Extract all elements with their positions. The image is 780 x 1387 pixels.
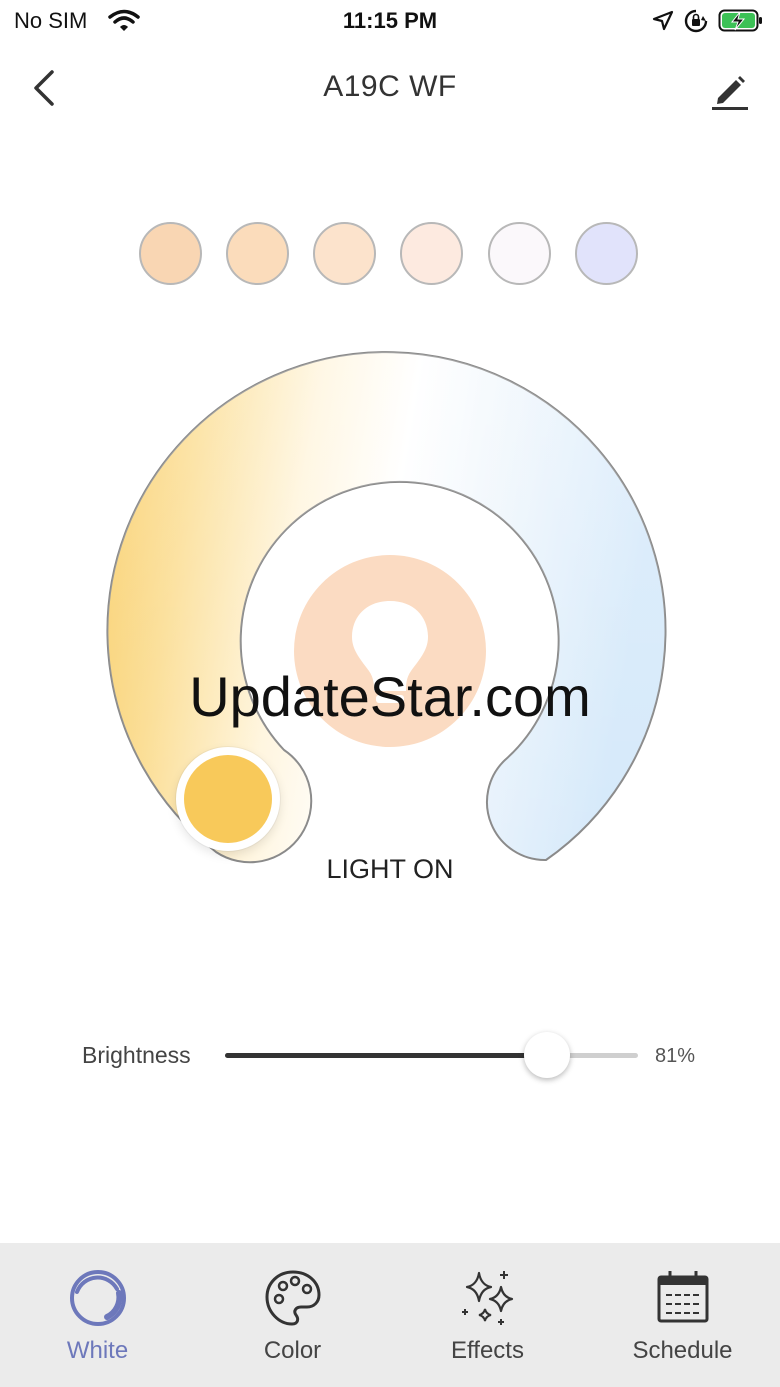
- brightness-value: 81%: [655, 1045, 696, 1067]
- preset-swatch-6[interactable]: [575, 222, 638, 285]
- light-status-label: LIGHT ON: [326, 854, 454, 884]
- temperature-ring-shape[interactable]: [0, 0, 780, 1000]
- brightness-slider-fill: [225, 1053, 548, 1058]
- brightness-slider-thumb[interactable]: [524, 1032, 571, 1078]
- tab-label: Color: [263, 1337, 322, 1364]
- preset-swatch-2[interactable]: [226, 222, 289, 285]
- tab-schedule[interactable]: Schedule: [585, 1243, 780, 1387]
- palette-icon: [265, 1270, 321, 1326]
- lightbulb-icon: [352, 601, 428, 703]
- preset-swatch-3[interactable]: [313, 222, 376, 285]
- tab-label: Schedule: [632, 1337, 733, 1364]
- tab-bar: White Color Effects Schedule: [0, 1243, 780, 1387]
- temperature-handle[interactable]: [176, 747, 280, 851]
- preset-swatch-4[interactable]: [400, 222, 463, 285]
- status-bar: No SIM 11:15 PM: [0, 0, 780, 44]
- power-toggle-button[interactable]: [294, 555, 486, 747]
- rotation-lock-icon: [684, 9, 708, 38]
- white-ring-icon: [70, 1270, 126, 1326]
- preset-swatch-5[interactable]: [488, 222, 551, 285]
- page-title: A19C WF: [323, 70, 457, 103]
- color-temperature-ring[interactable]: [0, 0, 780, 1000]
- tab-label: Effects: [451, 1337, 524, 1364]
- tab-white[interactable]: White: [0, 1243, 195, 1387]
- edit-button[interactable]: [706, 68, 754, 116]
- sparkles-icon: [462, 1271, 514, 1325]
- brightness-label: Brightness: [82, 1042, 191, 1068]
- tab-label: White: [66, 1337, 129, 1364]
- battery-charging-icon: [718, 8, 764, 39]
- preset-swatch-1[interactable]: [139, 222, 202, 285]
- calendar-icon: [657, 1271, 709, 1323]
- location-arrow-icon: [652, 10, 674, 37]
- tab-color[interactable]: Color: [195, 1243, 390, 1387]
- tab-effects[interactable]: Effects: [390, 1243, 585, 1387]
- pencil-icon: [712, 76, 748, 110]
- brightness-slider[interactable]: [225, 1032, 638, 1078]
